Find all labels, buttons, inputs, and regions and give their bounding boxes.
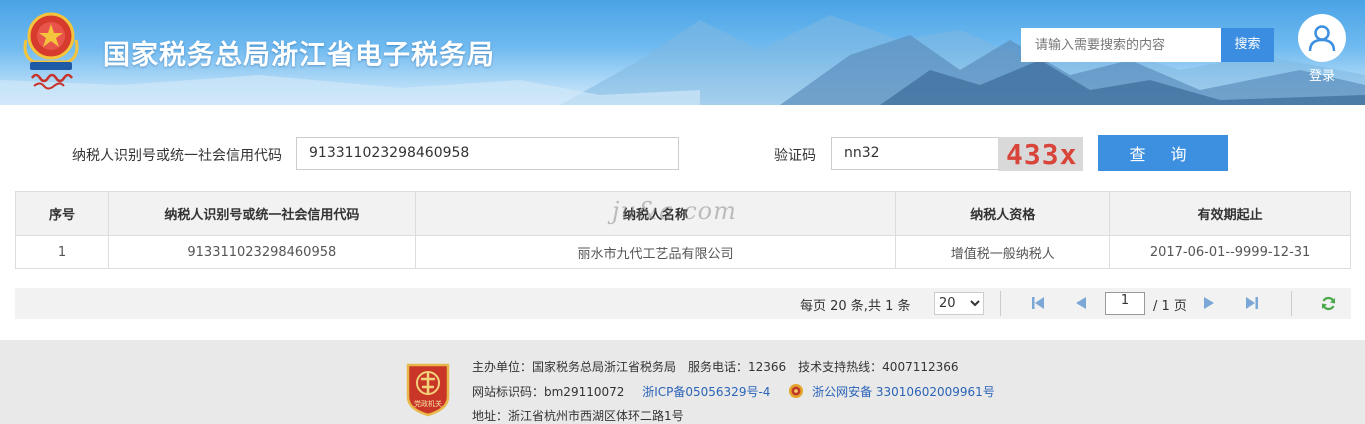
cell-validity: 2017-06-01--9999-12-31 — [1109, 235, 1351, 269]
footer-registration-line: 网站标识码：bm29110072 浙ICP备05056329号-4 浙公网安备 … — [472, 383, 995, 400]
previous-page-icon[interactable] — [1073, 295, 1089, 311]
results-table: 序号 纳税人识别号或统一社会信用代码 纳税人名称 纳税人资格 有效期起止 1 9… — [15, 191, 1351, 269]
captcha-field[interactable]: nn32 — [831, 137, 999, 170]
emblem-text: 党政机关 — [414, 399, 442, 408]
column-header-validity: 有效期起止 — [1109, 191, 1351, 236]
site-title: 国家税务总局浙江省电子税务局 — [103, 40, 495, 71]
column-header-index: 序号 — [15, 191, 109, 236]
government-agency-emblem[interactable]: 党政机关 — [404, 361, 452, 417]
site-footer: 党政机关 主办单位：国家税务总局浙江省税务局 服务电话：12366 技术支持热线… — [0, 340, 1365, 424]
next-page-icon[interactable] — [1201, 295, 1217, 311]
table-row: 1 913311023298460958 丽水市九代工艺品有限公司 增值税一般纳… — [15, 235, 1351, 269]
page-number-input[interactable]: 1 — [1105, 292, 1145, 315]
column-header-taxpayer-id: 纳税人识别号或统一社会信用代码 — [107, 191, 416, 236]
tax-emblem-icon — [23, 12, 79, 90]
search-button[interactable]: 搜索 — [1221, 28, 1274, 62]
footer-address: 地址：浙江省杭州市西湖区体环二路1号 — [472, 409, 684, 423]
pagination-bar: 每页 20 条,共 1 条 20 1 / 1 页 — [15, 288, 1351, 319]
cell-index: 1 — [15, 235, 109, 269]
police-record-link[interactable]: 浙公网安备 33010602009961号 — [812, 385, 995, 399]
last-page-icon[interactable] — [1244, 295, 1260, 311]
column-header-qualification: 纳税人资格 — [895, 191, 1111, 236]
page-size-select[interactable]: 20 — [934, 292, 984, 315]
footer-sponsor-line: 主办单位：国家税务总局浙江省税务局 服务电话：12366 技术支持热线：4007… — [472, 360, 959, 374]
total-pages: / 1 页 — [1153, 299, 1187, 314]
cell-qualification: 增值税一般纳税人 — [895, 235, 1111, 269]
taxpayer-id-label: 纳税人识别号或统一社会信用代码 — [72, 148, 282, 164]
site-header: 国家税务总局浙江省电子税务局 搜索 登录 — [0, 0, 1365, 105]
pager-divider — [1291, 291, 1292, 316]
column-header-taxpayer-name: 纳税人名称 — [414, 191, 897, 236]
first-page-icon[interactable] — [1030, 295, 1046, 311]
cell-taxpayer-name: 丽水市九代工艺品有限公司 — [414, 235, 897, 269]
pager-info: 每页 20 条,共 1 条 — [800, 299, 911, 314]
user-icon — [1298, 14, 1346, 62]
pager-divider — [1000, 291, 1001, 316]
query-button[interactable]: 查 询 — [1098, 135, 1228, 171]
login-button[interactable]: 登录 — [1297, 14, 1347, 84]
cell-taxpayer-id: 913311023298460958 — [107, 235, 416, 269]
taxpayer-id-field[interactable]: 913311023298460958 — [296, 137, 679, 170]
icp-link[interactable]: 浙ICP备05056329号-4 — [642, 385, 770, 399]
captcha-image[interactable]: 433x — [998, 137, 1083, 171]
refresh-icon[interactable] — [1320, 295, 1337, 312]
search-input[interactable] — [1021, 28, 1221, 62]
police-badge-icon — [789, 384, 804, 398]
login-label: 登录 — [1308, 69, 1335, 84]
table-header-row: 序号 纳税人识别号或统一社会信用代码 纳税人名称 纳税人资格 有效期起止 — [15, 191, 1351, 236]
site-id: 网站标识码：bm29110072 — [472, 385, 625, 399]
captcha-label: 验证码 — [774, 148, 816, 164]
